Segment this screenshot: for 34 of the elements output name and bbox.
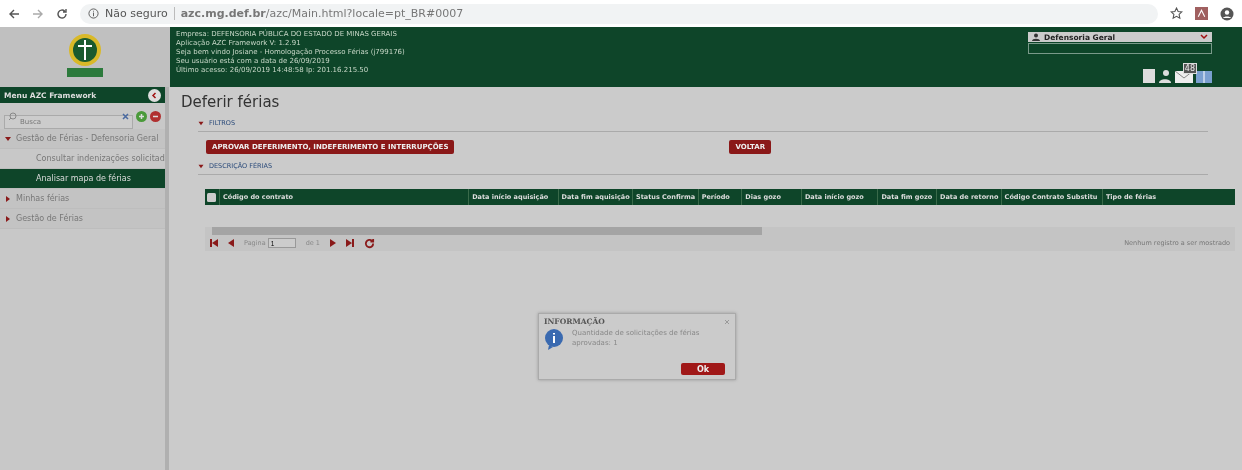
checkbox-icon[interactable]	[207, 192, 217, 202]
security-label: Não seguro	[105, 7, 175, 20]
ok-button[interactable]: Ok	[681, 363, 725, 375]
caret-icon	[5, 135, 11, 142]
next-page-icon[interactable]	[330, 239, 336, 247]
submenu-item[interactable]: Analisar mapa de férias	[0, 169, 165, 189]
search-icon	[8, 112, 17, 121]
back-icon[interactable]	[8, 7, 20, 20]
caret-icon	[5, 215, 11, 222]
caret-icon	[5, 195, 11, 202]
address-field[interactable]: azc.mg.def.br/azc/Main.html?locale=pt_BR#0007	[180, 7, 464, 20]
info-icon	[544, 328, 564, 350]
collapse-icon[interactable]	[148, 88, 161, 102]
caret-icon	[198, 163, 204, 169]
info-icon[interactable]	[88, 8, 99, 19]
account-icon[interactable]	[1220, 6, 1234, 21]
reload-icon[interactable]	[56, 7, 68, 20]
first-page-icon[interactable]	[210, 239, 218, 247]
dark-field[interactable]	[1028, 43, 1212, 54]
page-title: Deferir férias	[180, 92, 281, 113]
remove-icon[interactable]	[150, 110, 161, 122]
user-icon	[1032, 33, 1040, 41]
star-icon[interactable]	[1170, 7, 1183, 20]
refresh-icon[interactable]	[364, 237, 375, 249]
caret-icon	[198, 120, 204, 126]
caret-icon	[1200, 34, 1208, 40]
clear-icon[interactable]	[122, 113, 129, 120]
previous-page-icon[interactable]	[228, 239, 234, 247]
last-page-icon[interactable]	[346, 239, 354, 247]
mail-count-badge: 48	[1182, 63, 1197, 74]
add-icon[interactable]	[136, 110, 147, 122]
pdf-extension-icon[interactable]	[1195, 7, 1208, 20]
person-icon[interactable]	[1158, 69, 1172, 83]
scrollbar-thumb[interactable]	[212, 227, 762, 235]
